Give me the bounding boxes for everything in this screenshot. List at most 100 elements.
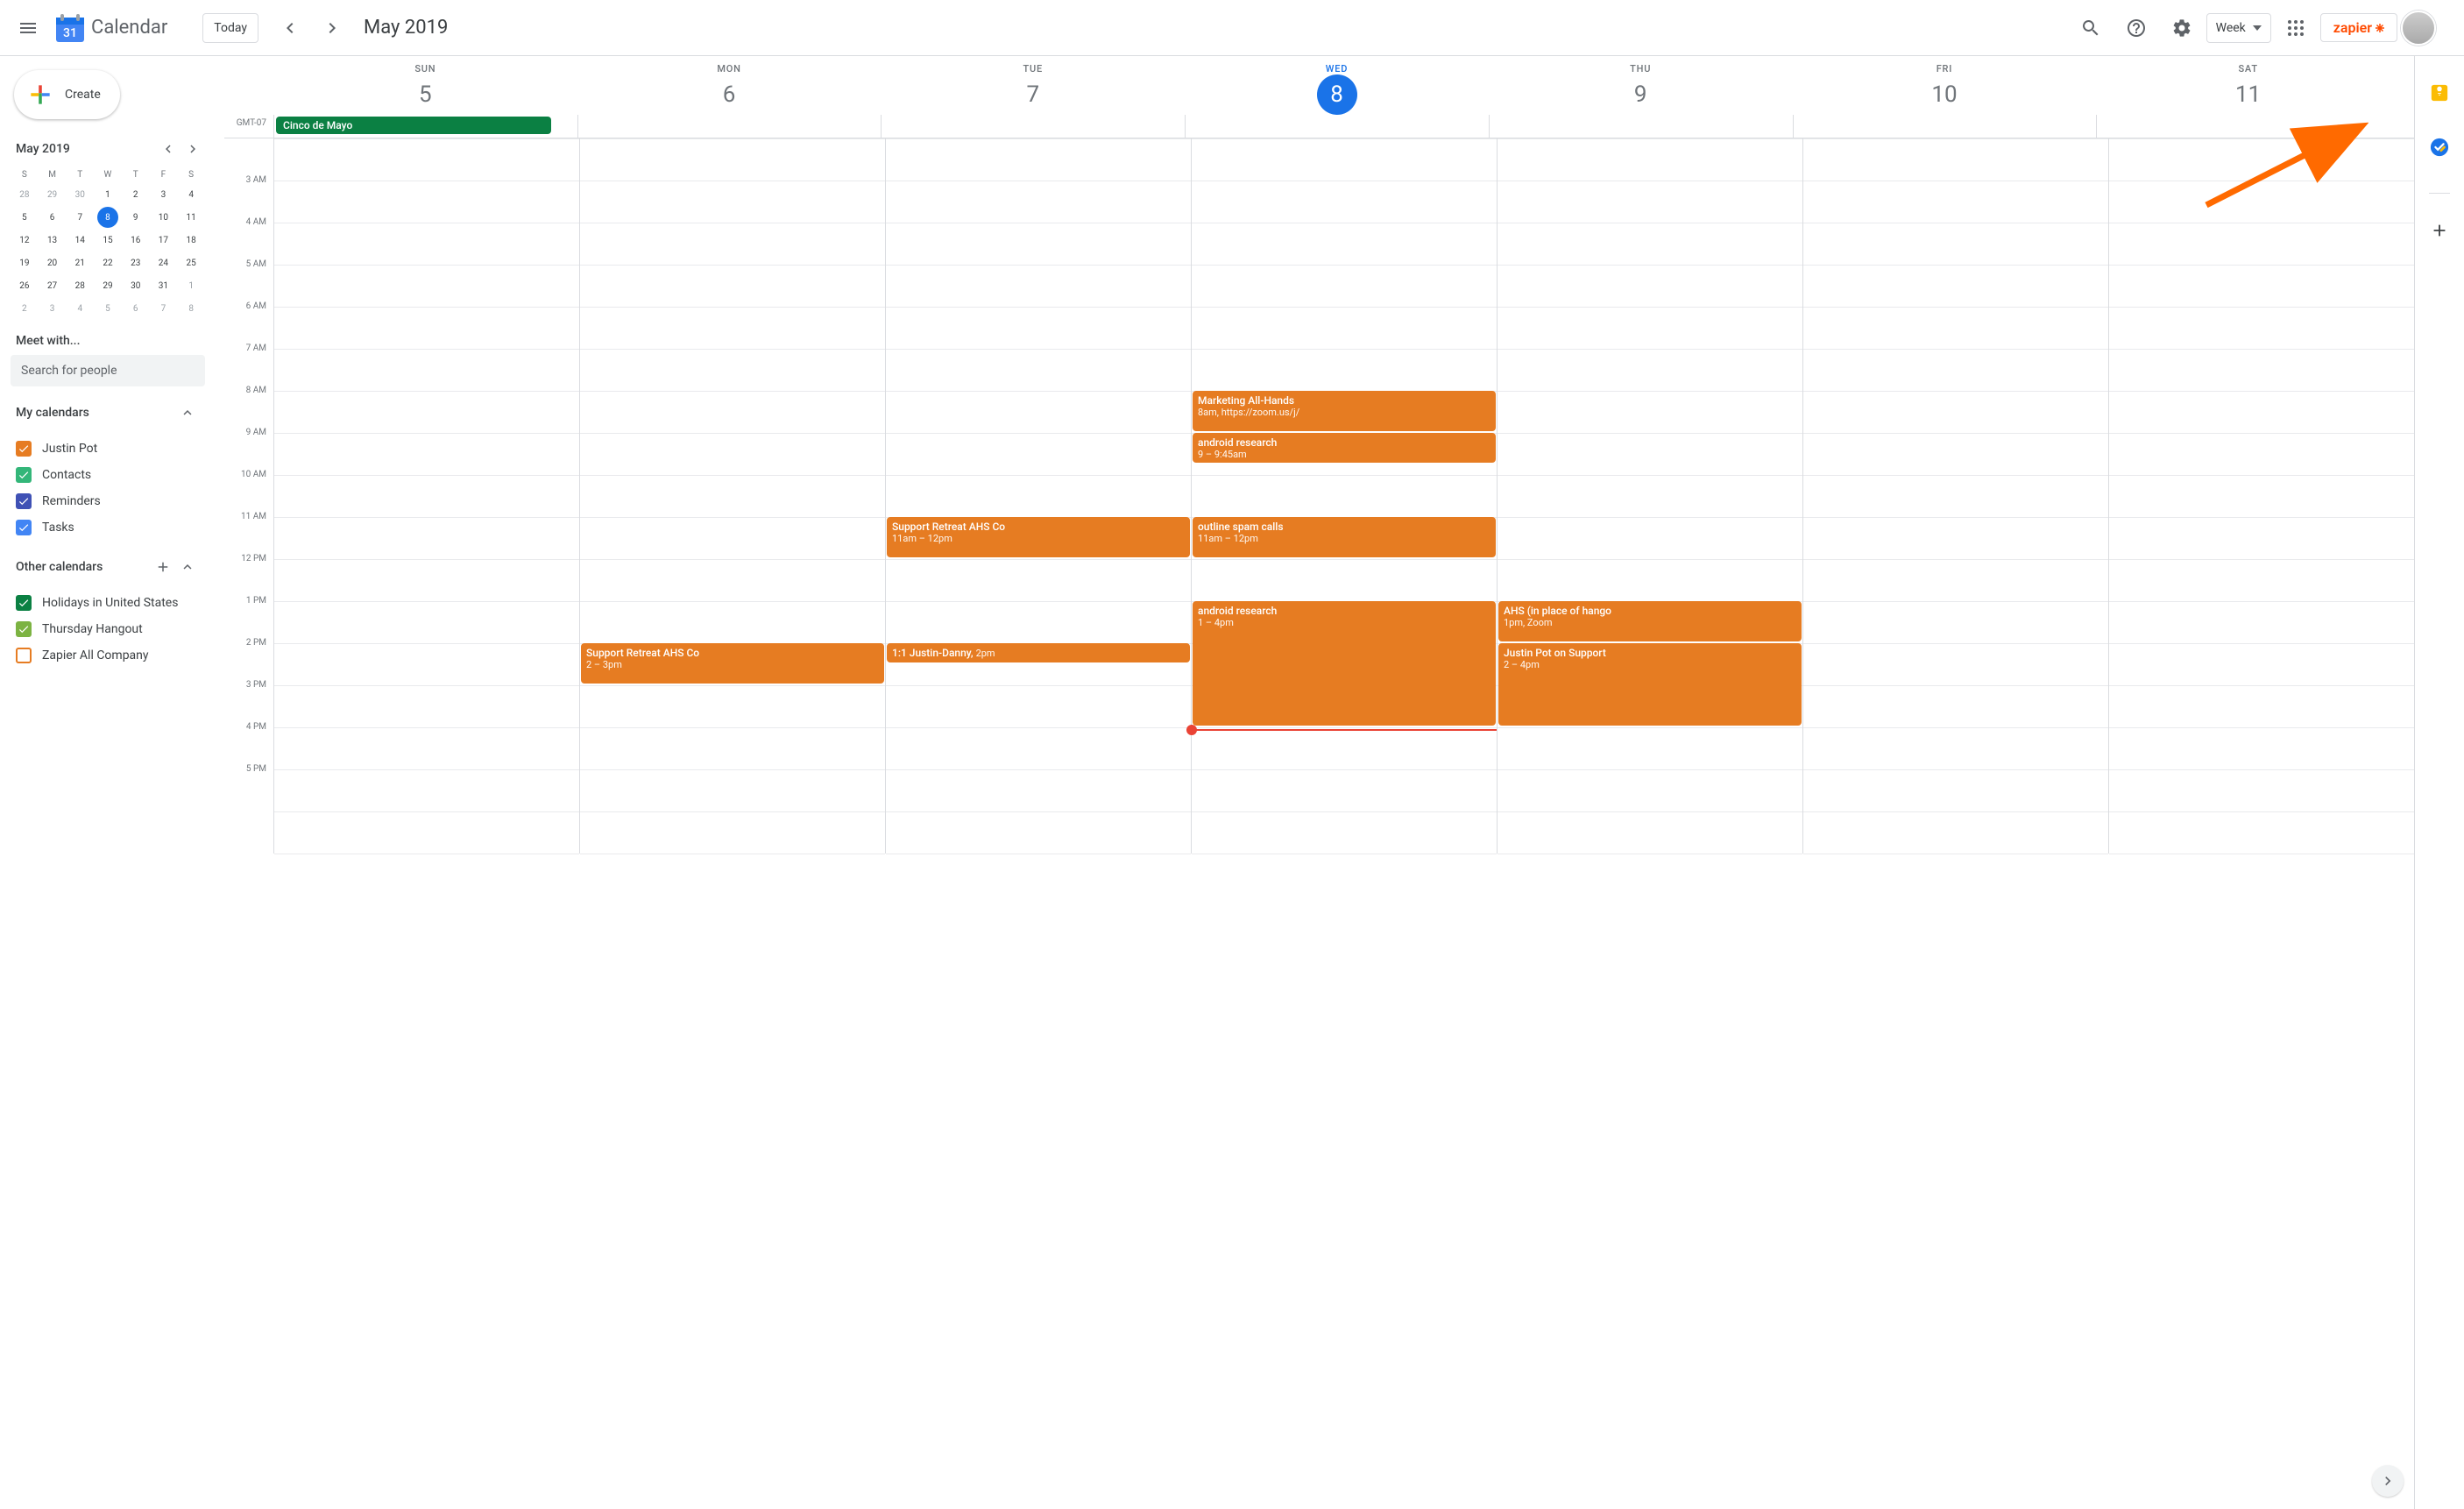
minical-day[interactable]: 9 (125, 207, 146, 228)
day-header-number[interactable]: 9 (1620, 74, 1660, 115)
allday-cell[interactable] (577, 115, 882, 138)
minical-day[interactable]: 22 (97, 252, 118, 273)
settings-button[interactable] (2161, 7, 2203, 49)
day-column[interactable]: AHS (in place of hango1pm, ZoomJustin Po… (1497, 138, 1802, 854)
other-calendars-collapse[interactable] (175, 555, 200, 579)
google-apps-button[interactable] (2275, 7, 2317, 49)
calendar-toggle[interactable]: Thursday Hangout (11, 616, 205, 642)
allday-cell[interactable] (1489, 115, 1793, 138)
minical-day[interactable]: 29 (42, 184, 63, 205)
minical-day[interactable]: 27 (42, 275, 63, 296)
calendar-event[interactable]: AHS (in place of hango1pm, Zoom (1498, 601, 1802, 641)
minical-day[interactable]: 21 (69, 252, 90, 273)
minical-next-button[interactable] (181, 137, 205, 161)
day-header-number[interactable]: 10 (1924, 74, 1965, 115)
minical-day[interactable]: 13 (42, 230, 63, 251)
allday-event[interactable]: Cinco de Mayo (276, 117, 551, 134)
calendar-checkbox[interactable] (16, 595, 32, 611)
mini-calendar[interactable]: SMTWTFS282930123456789101112131415161718… (11, 166, 205, 320)
search-button[interactable] (2070, 7, 2112, 49)
minical-prev-button[interactable] (156, 137, 181, 161)
add-other-calendar-button[interactable] (151, 555, 175, 579)
minical-day[interactable]: 23 (125, 252, 146, 273)
my-calendars-collapse[interactable] (175, 400, 200, 425)
allday-cell[interactable] (2096, 115, 2400, 138)
minical-day[interactable]: 1 (97, 184, 118, 205)
minical-day[interactable]: 18 (181, 230, 202, 251)
search-people-input[interactable] (11, 355, 205, 386)
view-switcher[interactable]: Week (2206, 13, 2271, 43)
day-header-number[interactable]: 6 (709, 74, 749, 115)
account-avatar[interactable] (2401, 11, 2436, 46)
minical-day[interactable]: 25 (181, 252, 202, 273)
minical-day[interactable]: 2 (125, 184, 146, 205)
calendar-checkbox[interactable] (16, 648, 32, 663)
day-header[interactable]: SAT11 (2096, 56, 2400, 115)
main-menu-button[interactable] (7, 7, 49, 49)
minical-day[interactable]: 30 (69, 184, 90, 205)
minical-day[interactable]: 7 (152, 298, 173, 319)
day-header[interactable]: MON6 (577, 56, 882, 115)
allday-cell[interactable]: Cinco de Mayo (273, 115, 577, 138)
day-column[interactable]: Support Retreat AHS Co2 – 3pm (579, 138, 885, 854)
days-columns[interactable]: Support Retreat AHS Co2 – 3pmSupport Ret… (273, 138, 2414, 854)
minical-day[interactable]: 14 (69, 230, 90, 251)
calendar-event[interactable]: Support Retreat AHS Co11am – 12pm (887, 517, 1190, 557)
zapier-badge[interactable]: zapier (2320, 13, 2397, 42)
minical-day[interactable]: 16 (125, 230, 146, 251)
create-button[interactable]: Create (14, 70, 120, 119)
calendar-checkbox[interactable] (16, 441, 32, 457)
minical-day[interactable]: 29 (97, 275, 118, 296)
day-column[interactable]: Support Retreat AHS Co11am – 12pm 1:1 Jus… (885, 138, 1191, 854)
day-header-number[interactable]: 11 (2228, 74, 2269, 115)
minical-day[interactable]: 30 (125, 275, 146, 296)
calendar-event[interactable]: 1:1 Justin-Danny, 2pm (887, 643, 1190, 662)
minical-day[interactable]: 28 (69, 275, 90, 296)
calendar-checkbox[interactable] (16, 621, 32, 637)
tasks-addon-button[interactable] (2422, 130, 2457, 165)
calendar-event[interactable]: android research1 – 4pm (1193, 601, 1496, 726)
day-column[interactable] (273, 138, 579, 854)
calendar-toggle[interactable]: Holidays in United States (11, 590, 205, 616)
collapse-side-panel-button[interactable] (2372, 1465, 2404, 1497)
day-column[interactable]: Marketing All-Hands8am, https://zoom.us/… (1191, 138, 1497, 854)
time-grid-scroll[interactable]: 3 AM4 AM5 AM6 AM7 AM8 AM9 AM10 AM11 AM12… (224, 138, 2414, 1509)
get-addons-button[interactable] (2422, 213, 2457, 248)
today-button[interactable]: Today (202, 13, 258, 43)
day-header-number[interactable]: 5 (405, 74, 445, 115)
minical-day[interactable]: 7 (69, 207, 90, 228)
allday-cell[interactable] (881, 115, 1185, 138)
minical-day[interactable]: 5 (14, 207, 35, 228)
minical-day[interactable]: 17 (152, 230, 173, 251)
minical-day[interactable]: 3 (42, 298, 63, 319)
day-header[interactable]: SUN5 (273, 56, 577, 115)
help-button[interactable] (2115, 7, 2157, 49)
day-header-number[interactable]: 7 (1013, 74, 1053, 115)
allday-cell[interactable] (1185, 115, 1489, 138)
minical-day[interactable]: 5 (97, 298, 118, 319)
minical-day[interactable]: 24 (152, 252, 173, 273)
minical-day[interactable]: 26 (14, 275, 35, 296)
day-header-number[interactable]: 8 (1317, 74, 1357, 115)
next-week-button[interactable] (311, 7, 353, 49)
calendar-toggle[interactable]: Reminders (11, 488, 205, 514)
allday-cell[interactable] (1793, 115, 2097, 138)
keep-addon-button[interactable] (2422, 75, 2457, 110)
minical-day[interactable]: 2 (14, 298, 35, 319)
calendar-event[interactable]: Marketing All-Hands8am, https://zoom.us/… (1193, 391, 1496, 431)
minical-day[interactable]: 6 (42, 207, 63, 228)
calendar-toggle[interactable]: Zapier All Company (11, 642, 205, 669)
calendar-toggle[interactable]: Justin Pot (11, 436, 205, 462)
prev-week-button[interactable] (269, 7, 311, 49)
day-column[interactable] (1802, 138, 2108, 854)
minical-day[interactable]: 31 (152, 275, 173, 296)
minical-day[interactable]: 8 (97, 207, 118, 228)
day-header[interactable]: WED8 (1185, 56, 1489, 115)
minical-day[interactable]: 8 (181, 298, 202, 319)
calendar-event[interactable]: android research9 – 9:45am (1193, 433, 1496, 463)
minical-day[interactable]: 3 (152, 184, 173, 205)
day-header[interactable]: THU9 (1489, 56, 1793, 115)
minical-day[interactable]: 10 (152, 207, 173, 228)
calendar-toggle[interactable]: Tasks (11, 514, 205, 541)
minical-day[interactable]: 4 (181, 184, 202, 205)
